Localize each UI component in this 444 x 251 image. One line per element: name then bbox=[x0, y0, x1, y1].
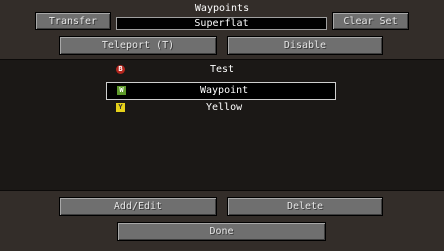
disable-button[interactable]: Disable bbox=[227, 36, 383, 55]
delete-button[interactable]: Delete bbox=[227, 197, 383, 216]
waypoint-badge-icon: W bbox=[117, 86, 126, 95]
waypoint-badge-icon: Y bbox=[116, 103, 125, 112]
teleport-button[interactable]: Teleport (T) bbox=[59, 36, 217, 55]
transfer-button[interactable]: Transfer bbox=[35, 12, 111, 30]
waypoint-row-test[interactable]: B Test bbox=[106, 62, 336, 78]
waypoint-row-yellow[interactable]: Y Yellow bbox=[106, 100, 336, 116]
waypoint-name: Yellow bbox=[206, 102, 243, 113]
waypoint-row-waypoint[interactable]: W Waypoint bbox=[106, 82, 336, 100]
clear-set-button[interactable]: Clear Set bbox=[332, 12, 409, 30]
waypoint-list[interactable] bbox=[0, 60, 444, 190]
world-name-field[interactable]: Superflat bbox=[116, 17, 327, 30]
waypoint-name: Waypoint bbox=[200, 85, 249, 96]
done-button[interactable]: Done bbox=[117, 222, 326, 241]
add-edit-button[interactable]: Add/Edit bbox=[59, 197, 217, 216]
waypoint-name: Test bbox=[210, 64, 235, 75]
waypoint-badge-icon: B bbox=[116, 65, 125, 74]
